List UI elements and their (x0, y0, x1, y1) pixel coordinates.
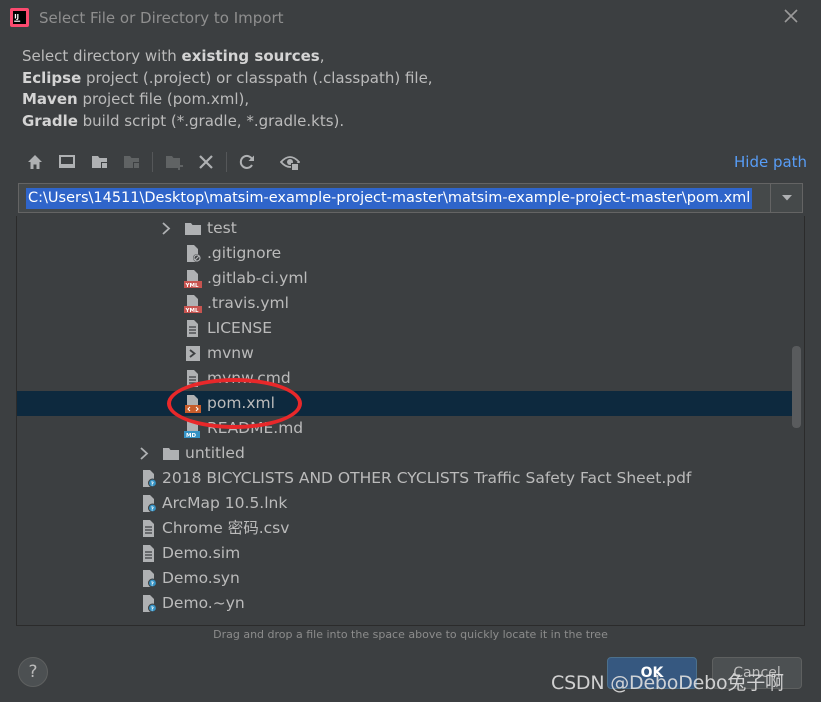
tree-row-label: .gitignore (207, 244, 282, 262)
tree-row-label: Demo.~yn (162, 594, 245, 612)
tree-row-mvnw[interactable]: mvnw (17, 341, 792, 366)
text-file-icon (187, 320, 198, 337)
show-hidden-icon (280, 156, 300, 171)
unknown-file-icon: ? (143, 595, 157, 613)
yml-file-icon: YML (184, 270, 202, 288)
file-chooser-toolbar: Hide path (18, 146, 818, 178)
home-button[interactable] (23, 150, 47, 174)
tree-row-label: LICENSE (207, 319, 273, 337)
folder-icon (185, 223, 201, 235)
tree-row-license[interactable]: LICENSE (17, 316, 792, 341)
tree-row-label: Demo.sim (162, 544, 241, 562)
tree-row-label: Chrome 密码.csv (162, 519, 290, 537)
tree-row-pom-xml[interactable]: pom.xml (17, 391, 792, 416)
tree-row-demo-tilde-yn[interactable]: ? Demo.~yn (17, 591, 792, 616)
tree-row-label: test (207, 219, 237, 237)
svg-text:YML: YML (185, 283, 199, 288)
yml-file-icon: YML (184, 295, 202, 313)
svg-text:YML: YML (185, 308, 199, 313)
tree-row-label: Demo.syn (162, 569, 240, 587)
tree-row-label: untitled (185, 444, 245, 462)
tree-row-gitlab-ci[interactable]: YML .gitlab-ci.yml (17, 266, 792, 291)
intellij-app-icon: IJ (10, 8, 29, 27)
text-file-icon (143, 520, 154, 537)
path-dropdown-button[interactable] (770, 184, 802, 212)
tree-row-test[interactable]: test (17, 216, 792, 241)
new-folder-button[interactable] (162, 150, 186, 174)
tree-row-label: ArcMap 10.5.lnk (162, 494, 288, 512)
tree-row-travis[interactable]: YML .travis.yml (17, 291, 792, 316)
toolbar-separator (226, 152, 227, 172)
tree-row-mvnw-cmd[interactable]: mvnw.cmd (17, 366, 792, 391)
module-folder-icon (124, 156, 140, 169)
svg-text:MD: MD (186, 433, 196, 438)
folder-icon (163, 448, 179, 460)
gitignore-file-icon (187, 245, 201, 262)
file-tree[interactable]: test .gitignore YML .gitlab-ci.yml YML .… (16, 216, 805, 626)
tree-row-demo-sim[interactable]: Demo.sim (17, 541, 792, 566)
chevron-down-icon (781, 195, 792, 201)
desktop-button[interactable] (55, 150, 79, 174)
unknown-file-icon: ? (143, 570, 157, 588)
module-directory-button[interactable] (120, 150, 144, 174)
tree-row-chrome-csv[interactable]: Chrome 密码.csv (17, 516, 792, 541)
new-folder-icon (166, 156, 183, 170)
hide-path-link[interactable]: Hide path (734, 153, 807, 171)
tree-scrollbar[interactable] (792, 346, 801, 428)
unknown-file-icon: ? (143, 495, 157, 513)
desktop-icon (59, 155, 75, 168)
tree-row-pdf[interactable]: ? 2018 BICYCLISTS AND OTHER CYCLISTS Tra… (17, 466, 792, 491)
show-hidden-files-button[interactable] (278, 150, 302, 174)
home-icon (28, 155, 42, 169)
refresh-button[interactable] (235, 150, 259, 174)
tree-row-demo-syn[interactable]: ? Demo.syn (17, 566, 792, 591)
delete-button[interactable] (194, 150, 218, 174)
title-bar: IJ Select File or Directory to Import (0, 0, 821, 36)
close-icon (784, 9, 798, 23)
window-title: Select File or Directory to Import (39, 9, 284, 27)
svg-text:?: ? (151, 481, 154, 487)
toolbar-separator (152, 152, 153, 172)
svg-text:?: ? (151, 581, 154, 587)
tree-row-label: 2018 BICYCLISTS AND OTHER CYCLISTS Traff… (162, 469, 692, 487)
svg-text:IJ: IJ (14, 13, 19, 21)
tree-row-label: .travis.yml (207, 294, 289, 312)
path-combobox[interactable]: C:\Users\14511\Desktop\matsim-example-pr… (18, 183, 803, 213)
annotation-circle (167, 378, 302, 429)
close-button[interactable] (781, 8, 801, 28)
tree-row-label: .gitlab-ci.yml (207, 269, 308, 287)
tree-row-untitled[interactable]: untitled (17, 441, 792, 466)
tree-row-readme[interactable]: MD README.md (17, 416, 792, 441)
delete-icon (199, 155, 213, 169)
svg-text:?: ? (151, 506, 154, 512)
tree-row-gitignore[interactable]: .gitignore (17, 241, 792, 266)
svg-text:?: ? (151, 606, 154, 612)
drag-drop-hint: Drag and drop a file into the space abov… (213, 628, 608, 641)
refresh-icon (239, 154, 254, 169)
dialog-description: Select directory with existing sources, … (22, 47, 433, 130)
tree-row-arcmap[interactable]: ? ArcMap 10.5.lnk (17, 491, 792, 516)
tree-row-label: mvnw (207, 344, 254, 362)
project-folder-icon (92, 156, 108, 169)
chevron-right-icon[interactable] (160, 222, 172, 235)
project-directory-button[interactable] (88, 150, 112, 174)
help-button[interactable]: ? (18, 657, 48, 687)
path-input[interactable]: C:\Users\14511\Desktop\matsim-example-pr… (26, 188, 753, 209)
unknown-file-icon: ? (143, 470, 157, 488)
shell-file-icon (186, 346, 200, 361)
csdn-watermark: CSDN @DeboDebo兔子啊 (551, 672, 784, 694)
text-file-icon (143, 545, 154, 562)
chevron-right-icon[interactable] (138, 447, 150, 460)
